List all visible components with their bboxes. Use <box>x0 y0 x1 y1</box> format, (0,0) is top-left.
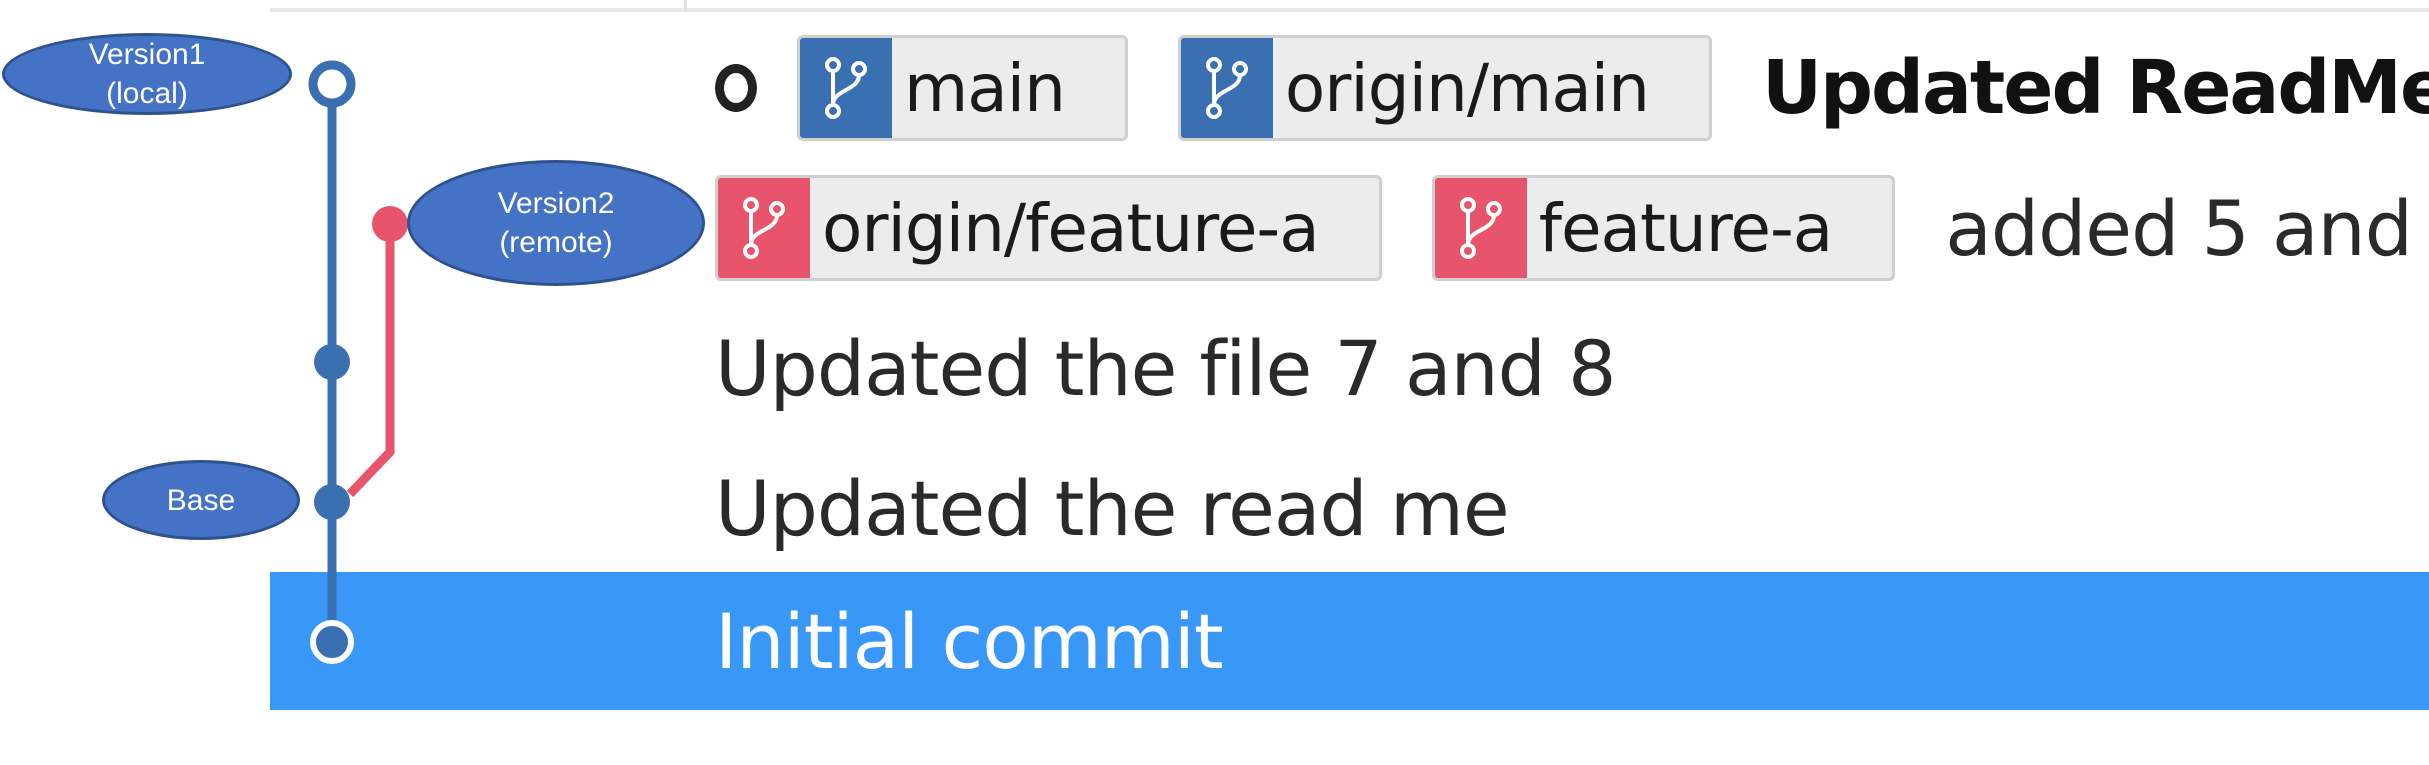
callout-line: Base <box>166 483 236 517</box>
callout-version1: Version1 (local) <box>2 33 292 115</box>
commit-node-base <box>314 484 350 520</box>
commit-graph <box>308 60 408 664</box>
callout-line: (local) <box>106 77 188 110</box>
callout-line: (remote) <box>499 226 613 259</box>
commit-node-feature <box>372 206 408 242</box>
callout-version2: Version2 (remote) <box>407 160 705 286</box>
commit-node-initial <box>310 620 354 664</box>
callout-line: Version2 <box>497 187 615 220</box>
commit-node <box>314 344 350 380</box>
remote-branch-line <box>346 224 395 498</box>
callout-line: Version1 <box>88 38 206 71</box>
commit-node-head <box>308 60 356 108</box>
callout-base: Base <box>102 460 300 540</box>
